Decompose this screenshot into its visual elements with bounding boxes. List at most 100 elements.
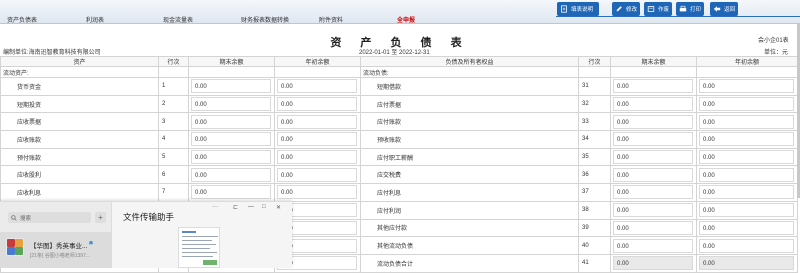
liability-end-balance-input[interactable]: 0.00 <box>613 220 693 235</box>
liability-end-balance-input[interactable]: 0.00 <box>613 238 693 253</box>
tab-data-conversion[interactable]: 财务报表数据转换 <box>241 15 289 24</box>
liability-item-label: 应付票据 <box>360 94 579 114</box>
column-header-line-no-2: 行次 <box>578 56 611 67</box>
tab-attachments[interactable]: 附件资料 <box>319 15 343 24</box>
section-row: 流动资产: 流动负债: <box>0 66 798 78</box>
liability-line-number: 32 <box>578 94 611 114</box>
more-icon[interactable]: ··· <box>212 204 218 210</box>
back-label: 返回 <box>724 7 736 13</box>
asset-begin-balance-input[interactable]: 0.00 <box>277 79 357 94</box>
liability-item-label: 应交税费 <box>360 165 579 185</box>
fill-guide-button[interactable]: 填表说明 <box>557 2 599 16</box>
asset-end-balance-input[interactable]: 0.00 <box>191 167 271 182</box>
liability-end-balance-input[interactable]: 0.00 <box>613 256 693 271</box>
asset-line-number: 4 <box>158 130 189 149</box>
liability-line-number: 31 <box>578 77 611 96</box>
liability-begin-balance-input[interactable]: 0.00 <box>699 203 794 218</box>
asset-begin-balance-input[interactable]: 0.00 <box>277 114 357 129</box>
asset-item-label: 应收票据 <box>0 112 159 132</box>
void-icon <box>647 6 655 12</box>
column-header-asset: 资产 <box>0 56 159 67</box>
liability-begin-balance-input[interactable]: 0.00 <box>699 132 794 147</box>
asset-begin-balance-input[interactable]: 0.00 <box>277 185 357 200</box>
liability-item-label: 短期借款 <box>360 77 579 96</box>
asset-end-balance-input[interactable]: 0.00 <box>191 97 271 112</box>
liability-end-balance-input[interactable]: 0.00 <box>613 167 693 182</box>
void-button[interactable]: 作废 <box>644 2 672 16</box>
liability-line-number: 40 <box>578 236 611 255</box>
liability-begin-balance-input[interactable]: 0.00 <box>699 97 794 112</box>
liability-end-balance-input[interactable]: 0.00 <box>613 132 693 147</box>
liability-line-number: 39 <box>578 218 611 238</box>
back-arrow-icon <box>713 6 721 12</box>
table-row: 应收利息 7 0.00 0.00 应付利息 37 0.00 0.00 <box>0 183 798 202</box>
table-header-row: 资产 行次 期末余额 年初余额 负债及所有者权益 行次 期末余额 年初余额 <box>0 56 798 67</box>
chat-list-item[interactable]: 【华图】秀英事业... [21条] 谷图小喵老师1397... <box>0 232 112 268</box>
pin-icon[interactable]: ⊏ <box>233 204 238 211</box>
search-placeholder: 搜索 <box>20 215 32 222</box>
liability-begin-balance-input[interactable]: 0.00 <box>699 114 794 129</box>
liability-end-balance-input[interactable]: 0.00 <box>613 203 693 218</box>
asset-item-label: 货币资金 <box>0 77 159 96</box>
liability-item-label: 应付账款 <box>360 112 579 132</box>
asset-begin-balance-input[interactable]: 0.00 <box>277 132 357 147</box>
asset-line-number: 7 <box>158 183 189 202</box>
asset-end-balance-input[interactable]: 0.00 <box>191 79 271 94</box>
asset-begin-balance-input[interactable]: 0.00 <box>277 167 357 182</box>
conversation-title: 文件传输助手 <box>123 212 175 222</box>
screenshot-thumbnail-image[interactable] <box>178 227 220 268</box>
liability-begin-balance-input[interactable]: 0.00 <box>699 220 794 235</box>
liability-end-balance-input[interactable]: 0.00 <box>613 114 693 129</box>
close-icon[interactable]: ✕ <box>276 204 281 211</box>
asset-begin-balance-input[interactable]: 0.00 <box>277 97 357 112</box>
tab-income-statement[interactable]: 利润表 <box>86 15 104 24</box>
tab-balance-sheet[interactable]: 资产负债表 <box>7 15 37 24</box>
liability-begin-balance-input[interactable]: 0.00 <box>699 238 794 253</box>
print-button[interactable]: 打印 <box>676 2 704 16</box>
liability-begin-balance-input[interactable]: 0.00 <box>699 256 794 271</box>
liability-begin-balance-input[interactable]: 0.00 <box>699 79 794 94</box>
wechat-window: 搜索 + 【华图】秀英事业... [21条] 谷图小喵老师1397... 文件传… <box>0 201 292 268</box>
liability-end-balance-input[interactable]: 0.00 <box>613 150 693 165</box>
liability-begin-balance-input[interactable]: 0.00 <box>699 167 794 182</box>
print-label: 打印 <box>690 7 702 13</box>
edit-label: 修改 <box>626 7 638 13</box>
currency-unit: 单位：元 <box>764 50 789 56</box>
table-row: 预付账款 5 0.00 0.00 应付职工薪酬 35 0.00 0.00 <box>0 147 798 167</box>
asset-begin-balance-input[interactable]: 0.00 <box>277 150 357 165</box>
tab-cash-flow[interactable]: 现金流量表 <box>163 15 193 24</box>
add-chat-button[interactable]: + <box>95 212 106 223</box>
liability-item-label: 其他流动负债 <box>360 236 579 255</box>
liability-begin-balance-input[interactable]: 0.00 <box>699 150 794 165</box>
search-icon <box>11 214 17 221</box>
table-row: 应收股利 6 0.00 0.00 应交税费 36 0.00 0.00 <box>0 165 798 185</box>
asset-end-balance-input[interactable]: 0.00 <box>191 114 271 129</box>
liability-end-balance-input[interactable]: 0.00 <box>613 97 693 112</box>
liability-line-number: 33 <box>578 112 611 132</box>
report-period: 2022-01-01 至 2022-12-31 <box>359 50 430 56</box>
asset-end-balance-input[interactable]: 0.00 <box>191 150 271 165</box>
form-code: 会小企01表 <box>758 38 789 44</box>
back-button[interactable]: 返回 <box>710 2 738 16</box>
mute-bell-icon <box>88 240 94 248</box>
asset-item-label: 应收利息 <box>0 183 159 202</box>
printer-icon <box>679 5 687 12</box>
minimize-icon[interactable]: — <box>248 204 254 210</box>
maximize-icon[interactable]: □ <box>262 204 266 210</box>
liability-begin-balance-input[interactable]: 0.00 <box>699 185 794 200</box>
liability-end-balance-input[interactable]: 0.00 <box>613 79 693 94</box>
column-header-begin-balance-2: 年初余额 <box>696 56 798 67</box>
chat-title: 【华图】秀英事业... <box>30 243 88 250</box>
wechat-search-input[interactable]: 搜索 <box>8 212 91 223</box>
fill-guide-label: 填表说明 <box>571 7 594 13</box>
liability-item-label: 其他应付款 <box>360 218 579 238</box>
section-current-assets: 流动资产: <box>0 66 159 78</box>
tab-full-filing[interactable]: 全申报 <box>397 15 415 24</box>
table-row: 应收账款 4 0.00 0.00 预收账款 34 0.00 0.00 <box>0 130 798 149</box>
asset-end-balance-input[interactable]: 0.00 <box>191 185 271 200</box>
edit-button[interactable]: 修改 <box>612 2 640 16</box>
liability-end-balance-input[interactable]: 0.00 <box>613 185 693 200</box>
asset-end-balance-input[interactable]: 0.00 <box>191 132 271 147</box>
group-avatar <box>6 238 24 256</box>
table-row: 应收票据 3 0.00 0.00 应付账款 33 0.00 0.00 <box>0 112 798 132</box>
